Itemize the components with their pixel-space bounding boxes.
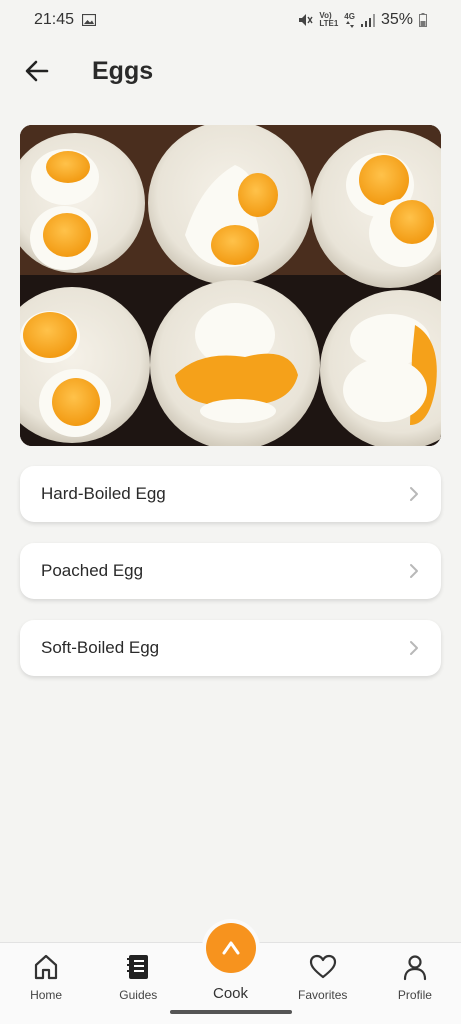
nav-home[interactable]: Home xyxy=(0,943,92,1006)
battery-percent: 35% xyxy=(380,11,413,28)
bottom-navigation: Home Guides Cook Favorites Profile xyxy=(0,923,461,1006)
status-bar: 21:45 Vo) LTE1 4G 35% xyxy=(0,0,461,40)
guides-book-icon xyxy=(127,955,149,979)
network-type-label: 4G xyxy=(344,11,355,21)
arrow-left-icon xyxy=(25,60,49,82)
person-icon xyxy=(403,955,427,981)
volte-bottom-label: LTE1 xyxy=(319,19,339,28)
nav-profile[interactable]: Profile xyxy=(369,943,461,1006)
system-nav-area xyxy=(0,1006,461,1024)
home-gesture-bar[interactable] xyxy=(170,1010,292,1014)
status-time: 21:45 xyxy=(34,11,75,28)
volte-indicator: Vo) LTE1 xyxy=(319,12,338,28)
data-indicator: 4G xyxy=(344,11,355,28)
status-right: Vo) LTE1 4G 35% xyxy=(298,11,427,29)
home-icon xyxy=(34,954,58,980)
nav-profile-label: Profile xyxy=(397,988,432,1002)
battery-icon xyxy=(419,13,427,27)
nav-home-label: Home xyxy=(30,988,63,1002)
eggs-photo xyxy=(20,125,441,446)
cook-button[interactable] xyxy=(205,923,256,973)
guide-item-hard-boiled[interactable]: Hard-Boiled Egg xyxy=(20,466,441,522)
egg-guides-list: Hard-Boiled Egg Poached Egg Soft-Boiled … xyxy=(20,466,441,697)
guide-item-label: Soft-Boiled Egg xyxy=(41,638,160,657)
chevron-right-icon xyxy=(410,641,418,655)
nav-favorites[interactable]: Favorites xyxy=(277,943,369,1006)
caret-up-icon xyxy=(222,941,239,955)
gallery-notification-icon xyxy=(82,14,97,26)
data-arrows-icon xyxy=(345,20,354,28)
signal-icon xyxy=(360,13,375,27)
chevron-right-icon xyxy=(410,564,418,578)
guide-item-poached[interactable]: Poached Egg xyxy=(20,543,441,599)
nav-favorites-label: Favorites xyxy=(298,988,348,1002)
guide-item-soft-boiled[interactable]: Soft-Boiled Egg xyxy=(20,620,441,676)
eggs-hero-image xyxy=(20,125,441,446)
nav-cook[interactable]: Cook xyxy=(184,923,276,1006)
status-left: 21:45 xyxy=(34,11,97,29)
page-title: Eggs xyxy=(92,56,154,85)
nav-guides[interactable]: Guides xyxy=(92,943,184,1006)
nav-guides-label: Guides xyxy=(119,988,158,1002)
back-button[interactable] xyxy=(24,58,50,84)
mute-icon xyxy=(299,14,313,26)
nav-cook-label: Cook xyxy=(212,985,249,1002)
chevron-right-icon xyxy=(410,487,418,501)
heart-icon xyxy=(309,954,336,979)
app-header: Eggs xyxy=(0,48,461,94)
guide-item-label: Poached Egg xyxy=(41,561,144,580)
guide-item-label: Hard-Boiled Egg xyxy=(41,484,166,503)
